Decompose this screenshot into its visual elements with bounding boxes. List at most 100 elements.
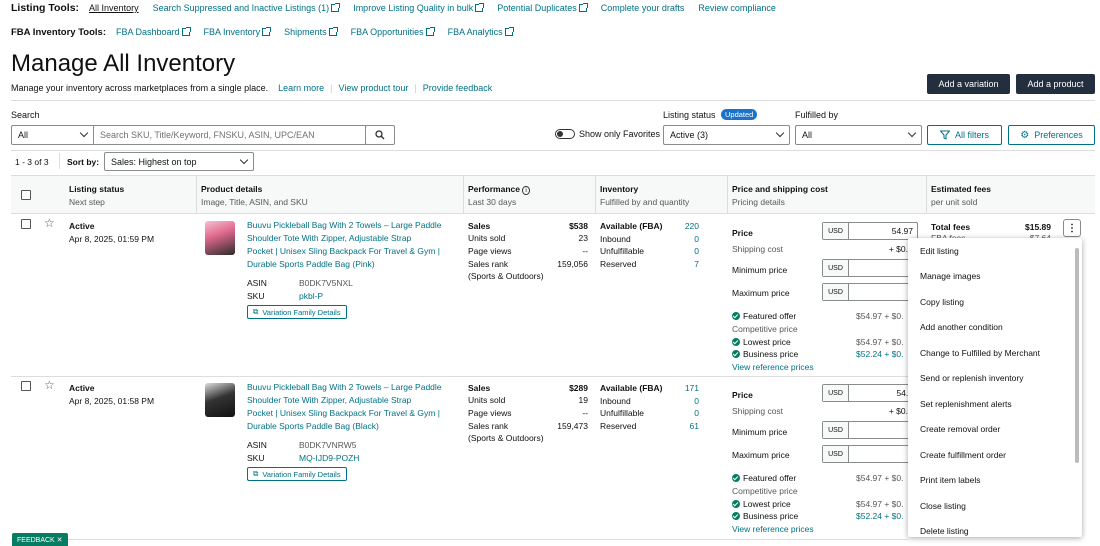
menu-item-copy-listing[interactable]: Copy listing — [908, 289, 1082, 315]
menu-item-fulfillment-order[interactable]: Create fulfillment order — [908, 442, 1082, 468]
reference-prices-link[interactable]: View reference prices — [732, 362, 814, 372]
product-title-line[interactable]: Pocket | Unisex Sling Backpack For Trave… — [247, 408, 440, 418]
preferences-button[interactable]: ⚙ Preferences — [1008, 125, 1095, 145]
link-all-inventory[interactable]: All Inventory — [89, 3, 139, 13]
product-title-line[interactable]: Buuvu Pickleball Bag With 2 Towels – Lar… — [247, 220, 442, 230]
add-variation-button[interactable]: Add a variation — [927, 74, 1010, 94]
status-badge: Active — [69, 221, 95, 231]
select-all-checkbox[interactable] — [21, 190, 31, 200]
menu-item-manage-images[interactable]: Manage images — [908, 264, 1082, 290]
product-title-line[interactable]: Pocket | Unisex Sling Backpack For Trave… — [247, 246, 440, 256]
link-shipments[interactable]: Shipments — [284, 27, 338, 37]
page-subtitle-row: Manage your inventory across marketplace… — [11, 82, 492, 94]
link-fba-dashboard[interactable]: FBA Dashboard — [116, 27, 191, 37]
product-title-line[interactable]: Durable Sports Paddle Bag (Pink) — [247, 259, 375, 269]
row-checkbox[interactable] — [21, 219, 31, 229]
max-price-input[interactable]: USD — [822, 283, 918, 301]
search-scope-select[interactable]: All — [11, 125, 94, 145]
search-button[interactable] — [365, 125, 395, 145]
business-price-value[interactable]: $52.24 + $0. — [856, 349, 904, 359]
available-value[interactable]: 171 — [660, 383, 699, 393]
link-suppressed[interactable]: Search Suppressed and Inactive Listings … — [153, 3, 341, 13]
menu-item-send-inventory[interactable]: Send or replenish inventory — [908, 366, 1082, 392]
favorite-star-icon[interactable]: ☆ — [44, 217, 55, 229]
unfulfillable-value[interactable]: 0 — [660, 408, 699, 418]
product-image[interactable] — [205, 383, 235, 417]
competitive-label: Competitive price — [732, 486, 798, 496]
reserved-value[interactable]: 61 — [660, 421, 699, 431]
units-label: Units sold — [468, 395, 506, 405]
product-image[interactable] — [205, 221, 235, 255]
menu-item-delete-listing[interactable]: Delete listing — [908, 519, 1082, 538]
listing-status-select[interactable]: Active (3) — [663, 125, 790, 145]
product-title-line[interactable]: Shoulder Tote With Zipper, Adjustable St… — [247, 233, 411, 243]
product-title-line[interactable]: Shoulder Tote With Zipper, Adjustable St… — [247, 395, 411, 405]
row-actions-kebab-icon[interactable]: ⋮ — [1063, 219, 1081, 237]
menu-scrollbar[interactable] — [1075, 248, 1079, 463]
business-price: Business price — [732, 511, 798, 521]
price-input[interactable]: USD 54.9 — [822, 384, 918, 402]
add-product-button[interactable]: Add a product — [1016, 74, 1095, 94]
product-title-line[interactable]: Durable Sports Paddle Bag (Black) — [247, 421, 379, 431]
external-link-icon — [181, 27, 191, 36]
product-title-line[interactable]: Buuvu Pickleball Bag With 2 Towels – Lar… — [247, 382, 442, 392]
info-icon[interactable]: i — [522, 186, 530, 195]
menu-item-print-labels[interactable]: Print item labels — [908, 468, 1082, 494]
inbound-value[interactable]: 0 — [660, 234, 699, 244]
price-input[interactable]: USD 54.97 — [822, 222, 918, 240]
link-fba-inventory[interactable]: FBA Inventory — [204, 27, 272, 37]
fba-tools-bar: FBA Inventory Tools: FBA Dashboard FBA I… — [11, 26, 527, 38]
menu-item-edit-listing[interactable]: Edit listing — [908, 238, 1082, 264]
product-tour-link[interactable]: View product tour — [339, 83, 409, 93]
rank-label: Sales rank — [468, 421, 509, 431]
link-compliance[interactable]: Review compliance — [698, 3, 776, 13]
col-fees: Estimated fees — [931, 184, 991, 194]
max-price-input[interactable]: USD — [822, 445, 918, 463]
link-icon: ⧉ — [253, 469, 259, 478]
menu-item-replenishment-alerts[interactable]: Set replenishment alerts — [908, 391, 1082, 417]
learn-more-link[interactable]: Learn more — [278, 83, 324, 93]
sku-value[interactable]: MQ-IJD9-POZH — [299, 453, 359, 463]
divider — [595, 176, 596, 214]
variation-family-button[interactable]: ⧉ Variation Family Details — [247, 467, 347, 481]
favorite-star-icon[interactable]: ☆ — [44, 379, 55, 391]
available-value[interactable]: 220 — [660, 221, 699, 231]
menu-item-change-fulfillment[interactable]: Change to Fulfilled by Merchant — [908, 340, 1082, 366]
search-input[interactable]: Search SKU, Title/Keyword, FNSKU, ASIN, … — [93, 125, 366, 145]
units-value: 19 — [578, 395, 588, 405]
divider: | — [414, 83, 417, 93]
min-price-input[interactable]: USD — [822, 259, 918, 277]
check-circle-icon — [732, 350, 740, 358]
sort-select[interactable]: Sales: Highest on top — [104, 152, 254, 171]
page-title: Manage All Inventory — [11, 50, 236, 77]
reference-prices-link[interactable]: View reference prices — [732, 524, 814, 534]
business-price-value[interactable]: $52.24 + $0. — [856, 511, 904, 521]
sku-value[interactable]: pkbl-P — [299, 291, 323, 301]
link-fba-analytics[interactable]: FBA Analytics — [448, 27, 514, 37]
sku-label: SKU — [247, 291, 265, 301]
link-fba-opportunities[interactable]: FBA Opportunities — [351, 27, 435, 37]
col-product: Product details — [201, 184, 263, 194]
fulfilled-by-select[interactable]: All — [795, 125, 922, 145]
min-price-label: Minimum price — [732, 265, 788, 275]
menu-item-add-condition[interactable]: Add another condition — [908, 315, 1082, 341]
unfulfillable-value[interactable]: 0 — [660, 246, 699, 256]
menu-item-close-listing[interactable]: Close listing — [908, 493, 1082, 519]
all-filters-button[interactable]: All filters — [927, 125, 1002, 145]
divider — [11, 100, 1095, 101]
variation-family-button[interactable]: ⧉ Variation Family Details — [247, 305, 347, 319]
link-drafts[interactable]: Complete your drafts — [601, 3, 685, 13]
inbound-value[interactable]: 0 — [660, 396, 699, 406]
reserved-value[interactable]: 7 — [660, 259, 699, 269]
listing-tools-bar: Listing Tools: All Inventory Search Supp… — [11, 2, 790, 14]
competitive-label: Competitive price — [732, 324, 798, 334]
menu-item-removal-order[interactable]: Create removal order — [908, 417, 1082, 443]
row-checkbox[interactable] — [21, 381, 31, 391]
link-duplicates[interactable]: Potential Duplicates — [497, 3, 588, 13]
link-improve-quality[interactable]: Improve Listing Quality in bulk — [353, 3, 485, 13]
favorites-label: Show only Favorites — [579, 129, 661, 139]
feedback-tab[interactable]: FEEDBACK ✕ — [12, 533, 68, 546]
min-price-input[interactable]: USD — [822, 421, 918, 439]
provide-feedback-link[interactable]: Provide feedback — [423, 83, 493, 93]
favorites-toggle[interactable] — [555, 129, 575, 139]
